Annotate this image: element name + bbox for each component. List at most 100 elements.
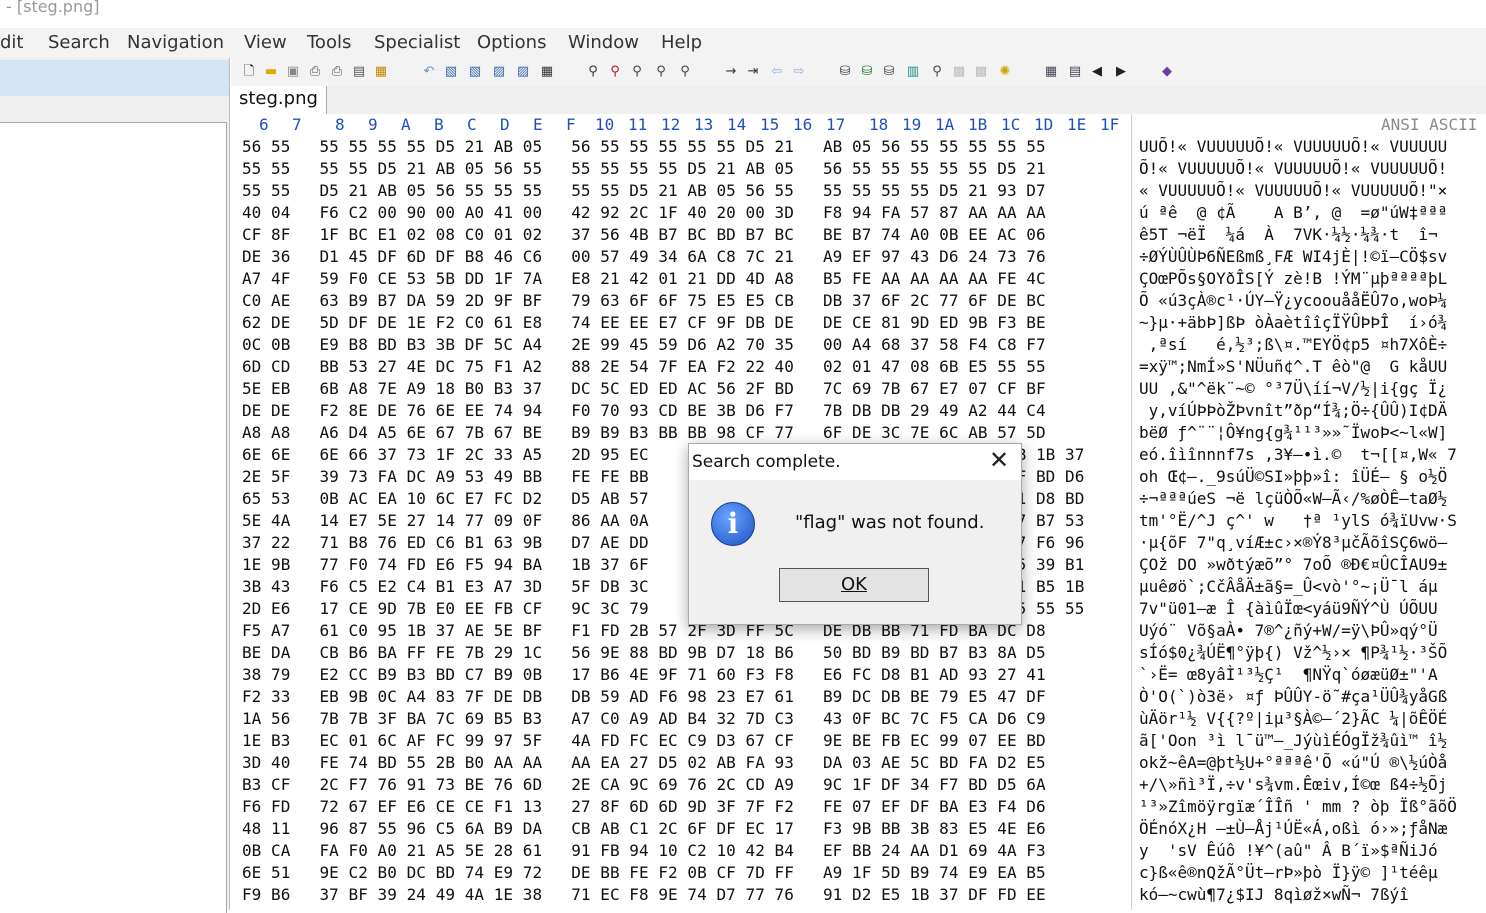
menu-help[interactable]: Help [661,32,702,53]
ascii-row[interactable]: ÇOœPÕs§OYðÎS[Ý zè!B !ÝM¨µþªªªªþL [1139,268,1447,290]
menu-navigation[interactable]: Navigation [127,32,224,53]
hex-row[interactable]: F6 FD 72 67 EF E6 CE CE F1 13 27 8F 6D 6… [242,796,1046,818]
hex-row[interactable]: 40 04 F6 C2 00 90 00 A0 41 00 42 92 2C 1… [242,202,1046,224]
hex-row[interactable]: 1E B3 EC 01 6C AF FC 99 97 5F 4A FD FC E… [242,730,1046,752]
replace-text-icon[interactable]: ⚲ [653,64,669,80]
ok-button[interactable]: OK [779,568,929,602]
tab-steg-png[interactable]: steg.png [231,86,327,114]
hex-row[interactable]: B3 CF 2C F7 76 91 73 BE 76 6D 2E CA 9C 6… [242,774,1046,796]
ascii-row[interactable]: okž~êA=@þt½U+°ªªªê'Õ «ú"Ú ®\½úÒå [1139,752,1447,774]
ascii-row[interactable]: tm'°Ë/^J ç^' w †ª ¹ylS ó¾ïUvw·S [1139,510,1457,532]
ascii-row[interactable]: Ò'O(`)ò3ë› ¤ƒ ÞÛÛY-ö˜#ça¹ÜÛ¾yåGß [1139,686,1447,708]
goto-offset-icon[interactable]: → [723,64,739,80]
save-disk-icon[interactable]: ⛁ [859,64,875,80]
ascii-row[interactable]: ,ªsí é,½³;ß\¤.™EYÖ¢p5 ¤h7XôÈ÷ [1139,334,1448,356]
hex-row[interactable]: 48 11 96 87 55 96 C5 6A B9 DA CB AB C1 2… [242,818,1046,840]
new-file-icon[interactable]: 🗋 [241,64,257,80]
find-text-icon[interactable]: ⚲ [607,64,623,80]
ascii-row[interactable]: « VUUUUUÕ!« VUUUUUÕ!« VUUUUUÕ!"× [1139,180,1447,202]
analyze-icon[interactable]: ⚲ [929,64,945,80]
ascii-row[interactable]: Õ «ú3çÀ®c¹·ÚY–Ÿ¿ycoouååËÛ7o,woÞ¼ [1139,290,1447,312]
hex-row[interactable]: BE DA CB B6 BA FF FE 7B 29 1C 56 9E 88 B… [242,642,1046,664]
hex-row[interactable]: CF 8F 1F BC E1 02 08 C0 01 02 37 56 4B B… [242,224,1046,246]
open-folder-icon[interactable]: ▬ [263,64,279,80]
hex-row[interactable]: 55 55 D5 21 AB 05 56 55 55 55 55 55 D5 2… [242,180,1046,202]
ascii-row[interactable]: µuêøö`;CčÂåÄ±ã§=_Û<vò'°~¡Ü¯l áµ [1139,576,1438,598]
clone-disk-icon[interactable]: ⛁ [881,64,897,80]
ascii-row[interactable]: y,víÚÞÞòŽÞvnît”ðp“Í¾;Ö÷{ÛÛ)I¢DÄ [1139,400,1448,422]
left-panel-list[interactable] [0,122,227,913]
ascii-row[interactable]: eó.îìînnnf7s ,3¥–•ì.© t¬[[¤,W« 7 [1139,444,1457,466]
menu-edit[interactable]: dit [0,32,23,53]
ascii-row[interactable]: kó–~cwù¶7¿$IJ 8qìøž×wÑ¬ 7ßýî [1139,884,1409,906]
hex-row[interactable]: 55 55 55 55 D5 21 AB 05 56 55 55 55 55 5… [242,158,1046,180]
ascii-row[interactable]: ÷ØÝÙÛÙÞ6ÑEßmß¸FÆ WI4jÈ|!©ï—CÖ$sv [1139,246,1447,268]
hex-row[interactable]: 1A 56 7B 7B 3F BA 7C 69 B5 B3 A7 C0 A9 A… [242,708,1046,730]
find-icon[interactable]: ⚲ [585,64,601,80]
ascii-row[interactable]: ÖÉnóX¿H –±Ù–Åj¹ÚË«Á,oßì ó›»;ƒåNæ [1139,818,1447,840]
ascii-row[interactable]: Uýó¨ Võ§aÀ• 7®^¿ñý+W/=ÿ\ÞÛ»qý°Ü [1139,620,1438,642]
ascii-row[interactable]: ÇOž DO »wðtýæõ”° 7oÕ ®Ð€¤ÛCÎAU9± [1139,554,1447,576]
ascii-row[interactable]: UU ,&"^ëk¨~© °³7Ü\íí¬V/½|i{gç Ï¿ [1139,378,1447,400]
paste-icon[interactable]: ▨ [491,64,507,80]
clipboard-icon[interactable]: ▦ [539,64,555,80]
ascii-row[interactable]: y 'sV Êúô !¥^(aû" Â B´ï»$ªÑiJó [1139,840,1438,862]
replace-hex-icon[interactable]: ⚲ [677,64,693,80]
menu-tools[interactable]: Tools [307,32,351,53]
hex-row[interactable]: C0 AE 63 B9 B7 DA 59 2D 9F BF 79 63 6F 6… [242,290,1046,312]
compare-icon[interactable]: ▩ [951,64,967,80]
menu-options[interactable]: Options [477,32,546,53]
ascii-row[interactable]: 7v"ü01–æ Î {àìûÏœ<yáü9ÑÝ^Ù ÚÕUU [1139,598,1438,620]
forward-icon[interactable]: ⇨ [791,64,807,80]
hex-row[interactable]: 5E EB 6B A8 7E A9 18 B0 B3 37 DC 5C ED E… [242,378,1046,400]
print-icon[interactable]: ⎙ [307,64,323,80]
paste-special-icon[interactable]: ▨ [515,64,531,80]
menu-specialist[interactable]: Specialist [374,32,460,53]
ascii-row[interactable]: ã['Oon ³ì l¯ü™–_JýùìÉÓgÏž¾ûì™ î½ [1139,730,1447,752]
menu-view[interactable]: View [244,32,287,53]
ascii-row[interactable]: =xÿ™;NmÍ»S'NÜuñ¢^.T êò"@ G kåUU [1139,356,1447,378]
ascii-row[interactable]: Õ!« VUUUUUÕ!« VUUUUUÕ!« VUUUUUÕ! [1139,158,1447,180]
close-icon[interactable]: ✕ [987,448,1011,472]
hex-row[interactable]: F2 33 EB 9B 0C A4 83 7F DE DB DB 59 AD F… [242,686,1046,708]
hex-row[interactable]: 0B CA FA F0 A0 21 A5 5E 28 61 91 FB 94 1… [242,840,1046,862]
hex-row[interactable]: 62 DE 5D DF DE 1E F2 C0 61 E8 74 EE EE E… [242,312,1046,334]
help-book-icon[interactable]: ◆ [1159,64,1175,80]
menu-search[interactable]: Search [48,32,110,53]
goto-sector-icon[interactable]: ⇥ [745,64,761,80]
hex-row[interactable]: F9 B6 37 BF 39 24 49 4A 1E 38 71 EC F8 9… [242,884,1046,906]
ascii-row[interactable]: bëØ ƒ^¨¨¦Ô¥ng{g¾¹¹³»»˜ÏwoÞ<~l«W] [1139,422,1447,444]
ram-editor-icon[interactable]: ▥ [905,64,921,80]
calculator-icon[interactable]: ▦ [1043,64,1059,80]
backup-icon[interactable]: ▦ [373,64,389,80]
ascii-row[interactable]: ¹³»Zîmöÿrgïæ΄ÎÎñ ' mm ? òþ Ïß°ãõÖ [1139,796,1457,818]
ascii-row[interactable]: sÍó$0¿¾ÚË¶°ÿþ{) Vž^½›× ¶P¾¹½·³ŠÕ [1139,642,1447,664]
ascii-row[interactable]: +/\»ñì³Ï,÷v's¾vm.Êœiv,Í©œ ß4÷½Õj [1139,774,1447,796]
cut-icon[interactable]: ▧ [443,64,459,80]
ascii-row[interactable]: ùÄör¹½ V{{?º|iµ³§À©–´2}ÃC ¼|õÊÖÉ [1139,708,1447,730]
menu-window[interactable]: Window [568,32,639,53]
hex-row[interactable]: 38 79 E2 CC B9 B3 BD C7 B9 0B 17 B6 4E 9… [242,664,1046,686]
hex-row[interactable]: DE DE F2 8E DE 76 6E EE 74 94 F0 70 93 C… [242,400,1046,422]
find-hex-icon[interactable]: ⚲ [629,64,645,80]
prev-page-icon[interactable]: ◀ [1089,64,1105,80]
ascii-row[interactable]: ú ªê @ ¢Ã A B’, @ =ø"úW‡ªªª [1139,202,1447,224]
ascii-row[interactable]: ê5T ¬ëÏ ¼á À 7VK·¼½·¼¾·t î¬ [1139,224,1438,246]
ascii-row[interactable]: oh Œ¢–._9súÜ©SI»þþ»î: îÜÉ– § o½Ö [1139,466,1447,488]
hash-icon[interactable]: ▩ [973,64,989,80]
save-icon[interactable]: ▣ [285,64,301,80]
ascii-row[interactable]: `›Ë= œ8yâÌ¹³½Ç¹ ¶NŸq`óøæüØ±"'A [1139,664,1438,686]
hex-row[interactable]: DE 36 D1 45 DF 6D DF B8 46 C6 00 57 49 3… [242,246,1046,268]
hex-row[interactable]: 6E 51 9E C2 B0 DC BD 74 E9 72 DE BB FE F… [242,862,1046,884]
copy-icon[interactable]: ▧ [467,64,483,80]
hex-row[interactable]: A8 A8 A6 D4 A5 6E 67 7B 67 BE B9 B9 B3 B… [242,422,1046,444]
tools-icon[interactable]: ✺ [997,64,1013,80]
ascii-row[interactable]: UUÕ!« VUUUUUÕ!« VUUUUUÕ!« VUUUUU [1139,136,1447,158]
ascii-row[interactable]: ÷¬ªªªúeS ¬ë lçüÒÕ«W–Ã‹/%øÒÊ–taØ½ [1139,488,1447,510]
hex-row[interactable]: 3D 40 FE 74 BD 55 2B B0 AA AA AA EA 27 D… [242,752,1046,774]
back-icon[interactable]: ⇦ [769,64,785,80]
properties-icon[interactable]: ▤ [351,64,367,80]
template-icon[interactable]: ▤ [1067,64,1083,80]
hex-row[interactable]: 6D CD BB 53 27 4E DC 75 F1 A2 88 2E 54 7… [242,356,1046,378]
ascii-row[interactable]: ·µ{õF 7"q¸víÆ±c›×®Ý8³µčÃõîSÇ6wö– [1139,532,1447,554]
